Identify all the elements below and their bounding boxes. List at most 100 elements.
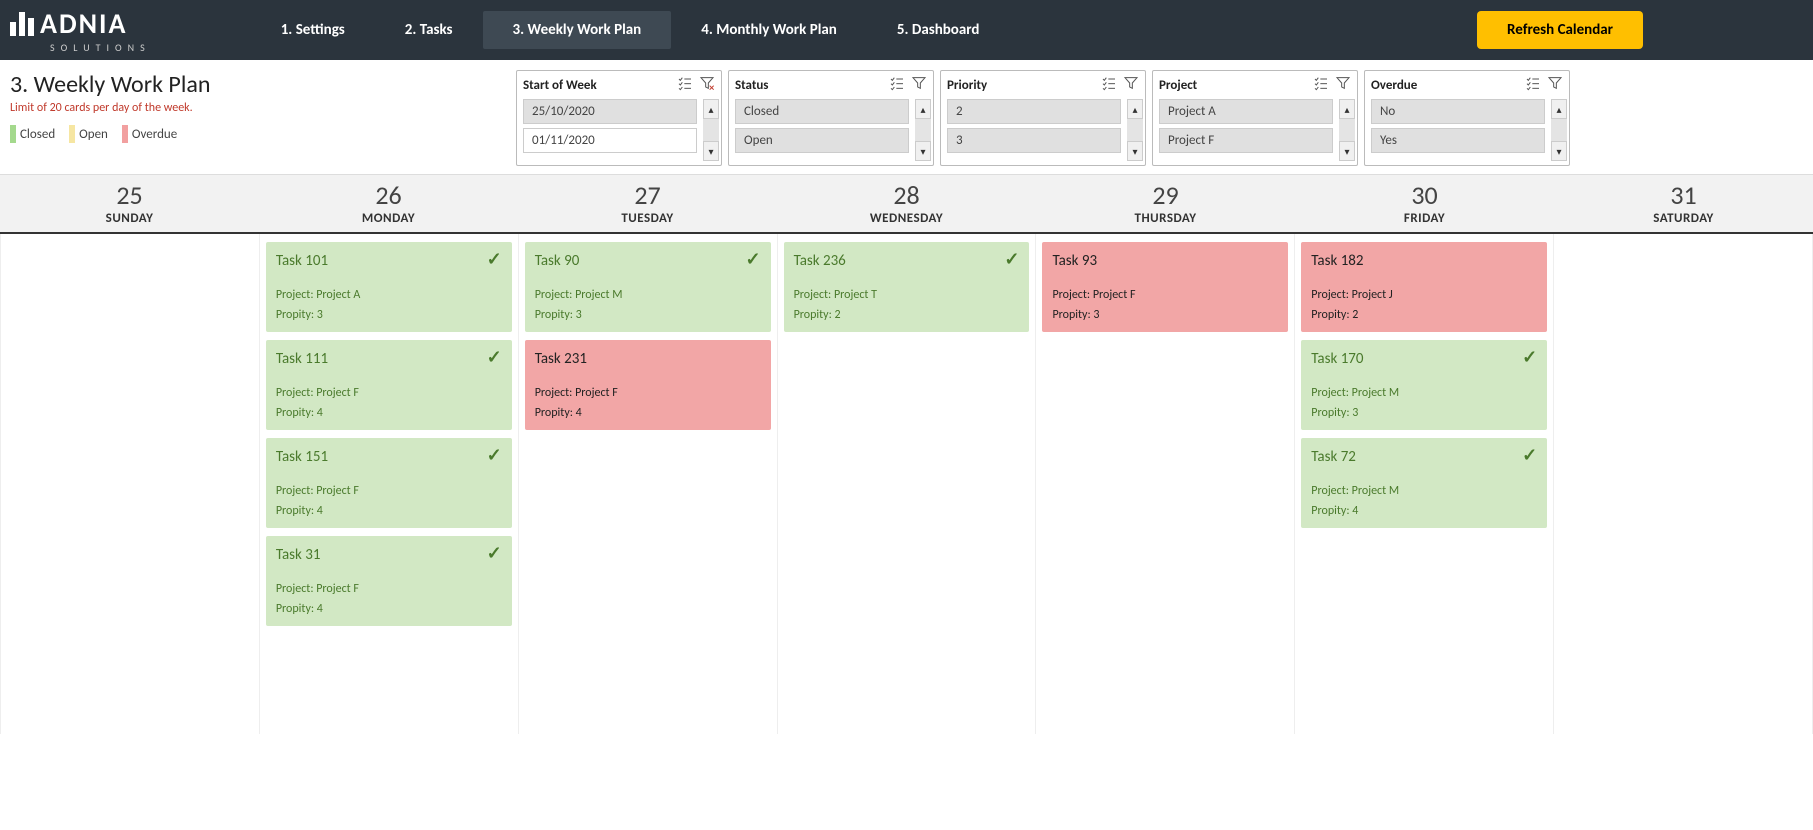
check-icon: ✓: [1004, 248, 1019, 270]
check-icon: ✓: [487, 346, 502, 368]
task-title: Task 72: [1311, 448, 1537, 466]
task-title: Task 182: [1311, 252, 1537, 270]
day-number: 28: [777, 179, 1036, 211]
scroll-track[interactable]: [1339, 119, 1355, 141]
slicer-status[interactable]: Status Closed Open ▴ ▾: [728, 70, 934, 166]
scroll-track[interactable]: [1127, 119, 1143, 141]
day-column: [1554, 234, 1813, 734]
task-card[interactable]: Task 231Project: Project FPropity: 4: [525, 340, 771, 430]
task-card[interactable]: ✓Task 151Project: Project FPropity: 4: [266, 438, 512, 528]
slicer-option[interactable]: Project A: [1159, 99, 1333, 124]
legend-swatch-overdue: [122, 125, 128, 143]
slicer-option[interactable]: 2: [947, 99, 1121, 124]
task-title: Task 151: [276, 448, 502, 466]
day-name: THURSDAY: [1036, 211, 1295, 226]
task-card[interactable]: ✓Task 72Project: Project MPropity: 4: [1301, 438, 1547, 528]
multiselect-icon[interactable]: [889, 75, 905, 95]
nav-item-4[interactable]: 5. Dashboard: [867, 11, 1010, 49]
scroll-up-icon[interactable]: ▴: [1339, 99, 1355, 119]
slicer-overdue[interactable]: OverdueNoYes▴▾: [1364, 70, 1570, 166]
day-number: 31: [1554, 179, 1813, 211]
task-priority: Propity: 4: [276, 406, 502, 420]
logo: ADNIA SOLUTIONS: [10, 6, 151, 54]
legend: Closed Open Overdue: [10, 125, 510, 143]
task-card[interactable]: ✓Task 101Project: Project APropity: 3: [266, 242, 512, 332]
task-project: Project: Project M: [535, 288, 761, 302]
task-card[interactable]: ✓Task 111Project: Project FPropity: 4: [266, 340, 512, 430]
task-title: Task 231: [535, 350, 761, 368]
nav-item-3[interactable]: 4. Monthly Work Plan: [671, 11, 867, 49]
slicer-option[interactable]: 3: [947, 128, 1121, 153]
task-card[interactable]: Task 182Project: Project JPropity: 2: [1301, 242, 1547, 332]
task-card[interactable]: ✓Task 31Project: Project FPropity: 4: [266, 536, 512, 626]
slicer-project[interactable]: ProjectProject AProject F▴▾: [1152, 70, 1358, 166]
scroll-down-icon[interactable]: ▾: [1127, 141, 1143, 161]
scroll-down-icon[interactable]: ▾: [703, 141, 719, 161]
day-name: FRIDAY: [1295, 211, 1554, 226]
day-column: ✓Task 101Project: Project APropity: 3✓Ta…: [260, 234, 519, 734]
clear-filter-icon[interactable]: [1335, 75, 1351, 95]
scroll-up-icon[interactable]: ▴: [915, 99, 931, 119]
task-project: Project: Project A: [276, 288, 502, 302]
topbar: ADNIA SOLUTIONS 1. Settings2. Tasks3. We…: [0, 0, 1813, 60]
slicer-option[interactable]: Project F: [1159, 128, 1333, 153]
check-icon: ✓: [487, 248, 502, 270]
scroll-up-icon[interactable]: ▴: [703, 99, 719, 119]
clear-filter-icon[interactable]: [1547, 75, 1563, 95]
day-header: 25SUNDAY: [0, 175, 259, 232]
clear-filter-icon[interactable]: [911, 75, 927, 95]
task-card[interactable]: ✓Task 236Project: Project TPropity: 2: [784, 242, 1030, 332]
multiselect-icon[interactable]: [1525, 75, 1541, 95]
day-header: 29THURSDAY: [1036, 175, 1295, 232]
slicer-label: Status: [735, 78, 769, 93]
slicer-option[interactable]: No: [1371, 99, 1545, 124]
task-card[interactable]: ✓Task 90Project: Project MPropity: 3: [525, 242, 771, 332]
scroll-track[interactable]: [915, 119, 931, 141]
day-number: 26: [259, 179, 518, 211]
check-icon: ✓: [487, 444, 502, 466]
nav-item-2[interactable]: 3. Weekly Work Plan: [483, 11, 672, 49]
nav: 1. Settings2. Tasks3. Weekly Work Plan4.…: [251, 11, 1010, 49]
slicer-option[interactable]: 01/11/2020: [523, 128, 697, 153]
nav-item-0[interactable]: 1. Settings: [251, 11, 375, 49]
day-number: 30: [1295, 179, 1554, 211]
page-subtitle: Limit of 20 cards per day of the week.: [10, 101, 510, 115]
logo-bars-icon: [10, 12, 34, 36]
scroll-down-icon[interactable]: ▾: [1339, 141, 1355, 161]
clear-filter-icon[interactable]: [1123, 75, 1139, 95]
task-project: Project: Project F: [535, 386, 761, 400]
day-name: TUESDAY: [518, 211, 777, 226]
legend-swatch-closed: [10, 125, 16, 143]
scroll-up-icon[interactable]: ▴: [1127, 99, 1143, 119]
task-title: Task 236: [794, 252, 1020, 270]
scroll-track[interactable]: [703, 119, 719, 141]
multiselect-icon[interactable]: [677, 75, 693, 95]
task-card[interactable]: ✓Task 170Project: Project MPropity: 3: [1301, 340, 1547, 430]
check-icon: ✓: [745, 248, 760, 270]
task-project: Project: Project F: [1052, 288, 1278, 302]
legend-overdue-label: Overdue: [132, 127, 177, 142]
task-project: Project: Project J: [1311, 288, 1537, 302]
task-card[interactable]: Task 93 Project: Project F Propity: 3: [1042, 242, 1288, 332]
task-title: Task 93: [1052, 252, 1278, 270]
slicer-option[interactable]: 25/10/2020: [523, 99, 697, 124]
slicer-option[interactable]: Closed: [735, 99, 909, 124]
slicer-start_of_week[interactable]: Start of Week25/10/202001/11/2020▴▾: [516, 70, 722, 166]
check-icon: ✓: [1522, 444, 1537, 466]
nav-item-1[interactable]: 2. Tasks: [375, 11, 483, 49]
multiselect-icon[interactable]: [1313, 75, 1329, 95]
slicer-option[interactable]: Yes: [1371, 128, 1545, 153]
refresh-calendar-button[interactable]: Refresh Calendar: [1477, 11, 1643, 49]
slicer-option[interactable]: Open: [735, 128, 909, 153]
clear-filter-icon[interactable]: [699, 75, 715, 95]
scroll-track[interactable]: [1551, 119, 1567, 141]
task-priority: Propity: 3: [1311, 406, 1537, 420]
scroll-down-icon[interactable]: ▾: [1551, 141, 1567, 161]
multiselect-icon[interactable]: [1101, 75, 1117, 95]
scroll-up-icon[interactable]: ▴: [1551, 99, 1567, 119]
task-priority: Propity: 3: [1052, 308, 1278, 322]
scroll-down-icon[interactable]: ▾: [915, 141, 931, 161]
slicers: Start of Week25/10/202001/11/2020▴▾Statu…: [516, 70, 1570, 166]
slicer-priority[interactable]: Priority23▴▾: [940, 70, 1146, 166]
day-header: 26MONDAY: [259, 175, 518, 232]
